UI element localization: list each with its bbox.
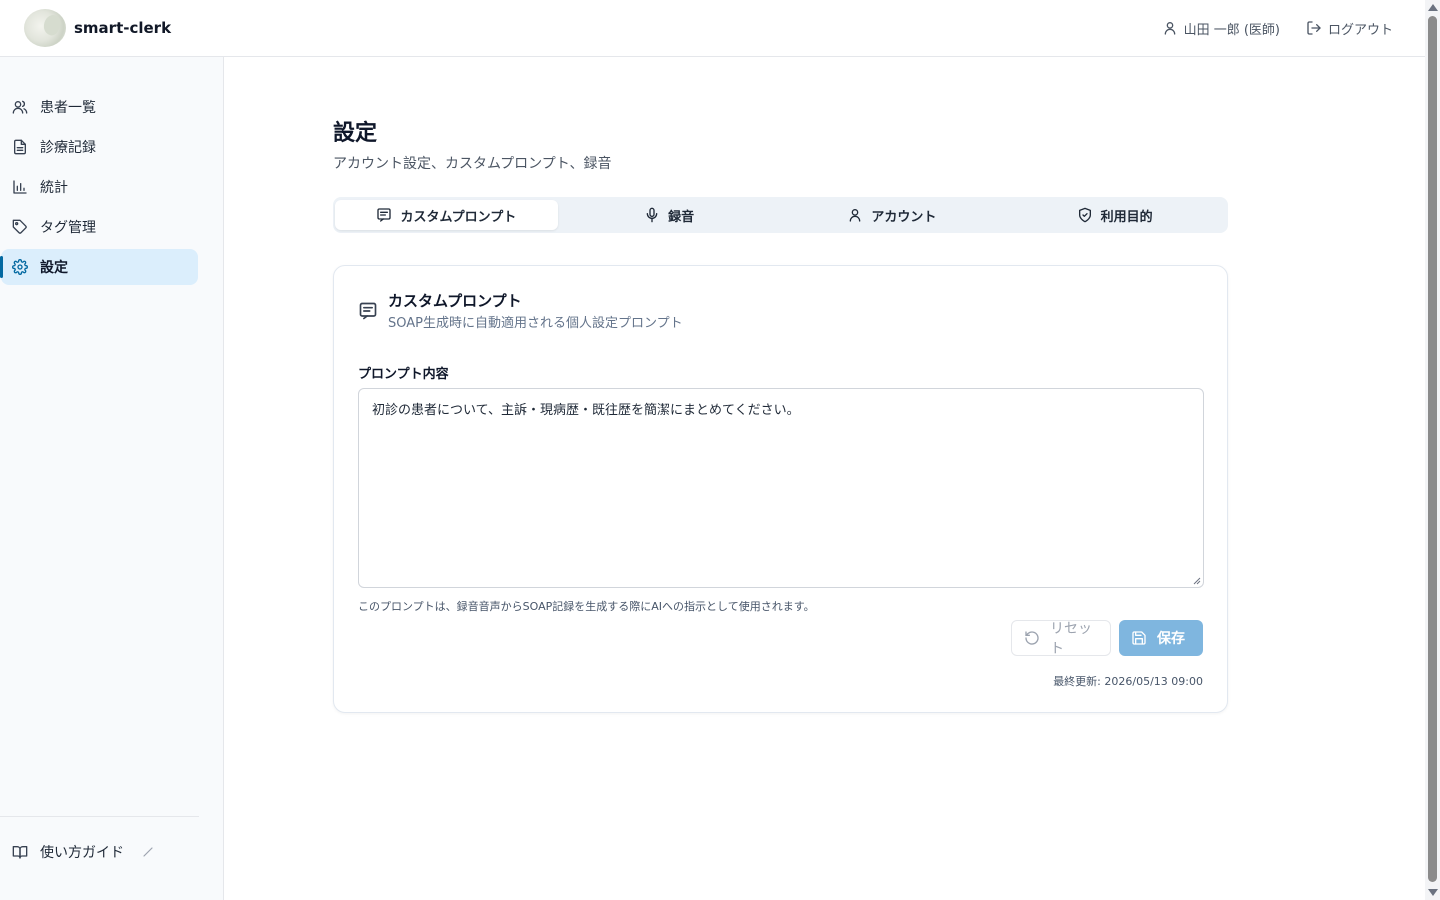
tab-recording[interactable]: 録音 — [558, 200, 781, 230]
sidebar-item-label: 診療記録 — [40, 140, 96, 156]
sidebar-item-stats[interactable]: 統計 — [1, 169, 198, 205]
user-icon — [847, 207, 863, 223]
bar-chart-icon — [12, 179, 28, 195]
sidebar-item-settings[interactable]: 設定 — [0, 249, 198, 285]
reset-label: リセット — [1050, 621, 1092, 657]
sidebar-footer: 使い方ガイド — [0, 816, 199, 862]
message-square-icon — [358, 301, 378, 321]
tab-label: 録音 — [668, 209, 695, 225]
save-icon — [1131, 630, 1147, 646]
sidebar-item-records[interactable]: 診療記録 — [1, 129, 198, 165]
sidebar-nav: 患者一覧 診療記録 統計 タグ管理 設定 — [0, 57, 223, 285]
tab-account[interactable]: アカウント — [781, 200, 1004, 230]
tab-custom-prompt[interactable]: カスタムプロンプト — [335, 200, 558, 230]
sidebar-item-label: 患者一覧 — [40, 100, 96, 116]
sidebar-item-patients[interactable]: 患者一覧 — [1, 89, 198, 125]
guide-label: 使い方ガイド — [40, 845, 124, 861]
card-header: カスタムプロンプト SOAP生成時に自動適用される個人設定プロンプト — [358, 290, 1203, 331]
prompt-helper-text: このプロンプトは、録音音声からSOAP記録を生成する際にAIへの指示として使用さ… — [358, 600, 815, 613]
page-subtitle: アカウント設定、カスタムプロンプト、録音 — [333, 156, 612, 172]
book-open-icon — [12, 844, 28, 860]
card-description: SOAP生成時に自動適用される個人設定プロンプト — [388, 316, 683, 331]
tab-purpose[interactable]: 利用目的 — [1003, 200, 1226, 230]
save-button[interactable]: 保存 — [1119, 620, 1203, 656]
sidebar-item-tags[interactable]: タグ管理 — [1, 209, 198, 245]
sidebar-item-label: 設定 — [40, 260, 68, 276]
user-menu[interactable]: 山田 一郎 (医師) — [1162, 19, 1280, 38]
settings-tabs: カスタムプロンプト 録音 アカウント 利用目的 — [333, 197, 1228, 233]
save-label: 保存 — [1157, 631, 1185, 647]
card-actions: リセット 保存 — [1011, 620, 1203, 657]
scrollbar-thumb[interactable] — [1428, 16, 1437, 882]
prompt-field-label: プロンプト内容 — [358, 367, 449, 382]
sidebar-item-label: タグ管理 — [40, 220, 96, 236]
message-square-icon — [376, 207, 392, 223]
resize-handle-icon[interactable] — [1193, 577, 1201, 585]
guide-link[interactable]: 使い方ガイド — [0, 817, 199, 862]
logo — [24, 9, 66, 47]
brand[interactable]: smart-clerk — [24, 9, 171, 47]
sidebar: 患者一覧 診療記録 統計 タグ管理 設定 使い方ガイド — [0, 57, 224, 900]
shield-check-icon — [1077, 207, 1093, 223]
page-title: 設定 — [333, 121, 378, 146]
gear-icon — [12, 259, 28, 275]
logout-button[interactable]: ログアウト — [1306, 19, 1393, 38]
prompt-text: 初診の患者について、主訴・現病歴・既往歴を簡潔にまとめてください。 — [372, 403, 800, 418]
external-link-icon — [142, 846, 154, 858]
top-header: smart-clerk 山田 一郎 (医師) ログアウト — [0, 0, 1425, 57]
custom-prompt-card: カスタムプロンプト SOAP生成時に自動適用される個人設定プロンプト プロンプト… — [333, 265, 1228, 713]
scroll-down-icon[interactable] — [1428, 889, 1438, 896]
file-text-icon — [12, 139, 28, 155]
main-content: 設定 アカウント設定、カスタムプロンプト、録音 カスタムプロンプト 録音 アカウ… — [333, 115, 1228, 713]
scrollbar[interactable] — [1425, 0, 1440, 900]
prompt-textarea[interactable]: 初診の患者について、主訴・現病歴・既往歴を簡潔にまとめてください。 — [358, 388, 1204, 588]
tag-icon — [12, 219, 28, 235]
last-updated: 最終更新: 2026/05/13 09:00 — [1053, 675, 1203, 688]
scroll-up-icon[interactable] — [1428, 4, 1438, 11]
logout-icon — [1306, 20, 1322, 36]
tab-label: 利用目的 — [1100, 209, 1153, 225]
reset-button[interactable]: リセット — [1011, 620, 1111, 657]
rotate-ccw-icon — [1024, 630, 1040, 646]
logout-label: ログアウト — [1327, 22, 1393, 38]
card-title: カスタムプロンプト — [388, 292, 522, 310]
brand-name: smart-clerk — [74, 19, 172, 37]
sidebar-item-label: 統計 — [40, 180, 68, 196]
user-name: 山田 一郎 (医師) — [1183, 22, 1280, 38]
users-icon — [12, 99, 28, 115]
tab-label: アカウント — [871, 209, 937, 225]
user-icon — [1162, 20, 1178, 36]
mic-icon — [644, 207, 660, 223]
tab-label: カスタムプロンプト — [400, 209, 517, 225]
